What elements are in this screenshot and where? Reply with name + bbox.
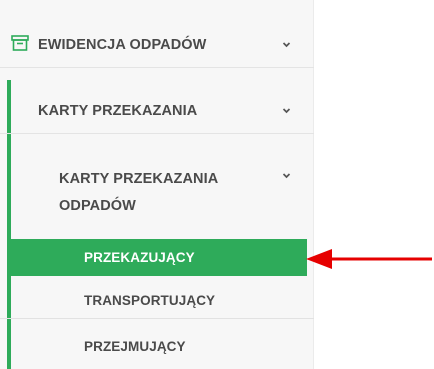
chevron-down-icon[interactable]	[282, 171, 291, 180]
sidebar-item-label: TRANSPORTUJĄCY	[84, 292, 216, 308]
sidebar-item-label: PRZEJMUJĄCY	[84, 339, 186, 354]
sidebar-item-karty-przekazania[interactable]: KARTY PRZEKAZANIA	[0, 88, 314, 134]
archive-box-icon	[11, 35, 29, 51]
sidebar-item-przekazujacy[interactable]: PRZEKAZUJĄCY	[7, 239, 307, 276]
sidebar-item-label: PRZEKAZUJĄCY	[84, 250, 195, 265]
sidebar-item-transportujacy[interactable]: TRANSPORTUJĄCY	[0, 282, 314, 319]
sidebar-item-karty-przekazania-odpadow[interactable]: KARTY PRZEKAZANIA ODPADÓW	[0, 154, 314, 232]
sidebar-item-label: KARTY PRZEKAZANIA	[38, 102, 198, 119]
screenshot-stage: EWIDENCJA ODPADÓW KARTY PRZEKAZANIA KART…	[0, 0, 434, 369]
red-arrow-icon	[305, 246, 433, 272]
chevron-down-icon[interactable]	[282, 106, 291, 115]
sidebar-nav: EWIDENCJA ODPADÓW KARTY PRZEKAZANIA KART…	[0, 0, 314, 369]
sidebar-item-przejmujacy[interactable]: PRZEJMUJĄCY	[0, 328, 314, 365]
sidebar-item-label: KARTY PRZEKAZANIA ODPADÓW	[59, 171, 218, 214]
sidebar-item-label: EWIDENCJA ODPADÓW	[38, 36, 207, 53]
chevron-down-icon[interactable]	[282, 40, 291, 49]
sidebar-item-ewidencja-odpadow[interactable]: EWIDENCJA ODPADÓW	[0, 22, 314, 68]
